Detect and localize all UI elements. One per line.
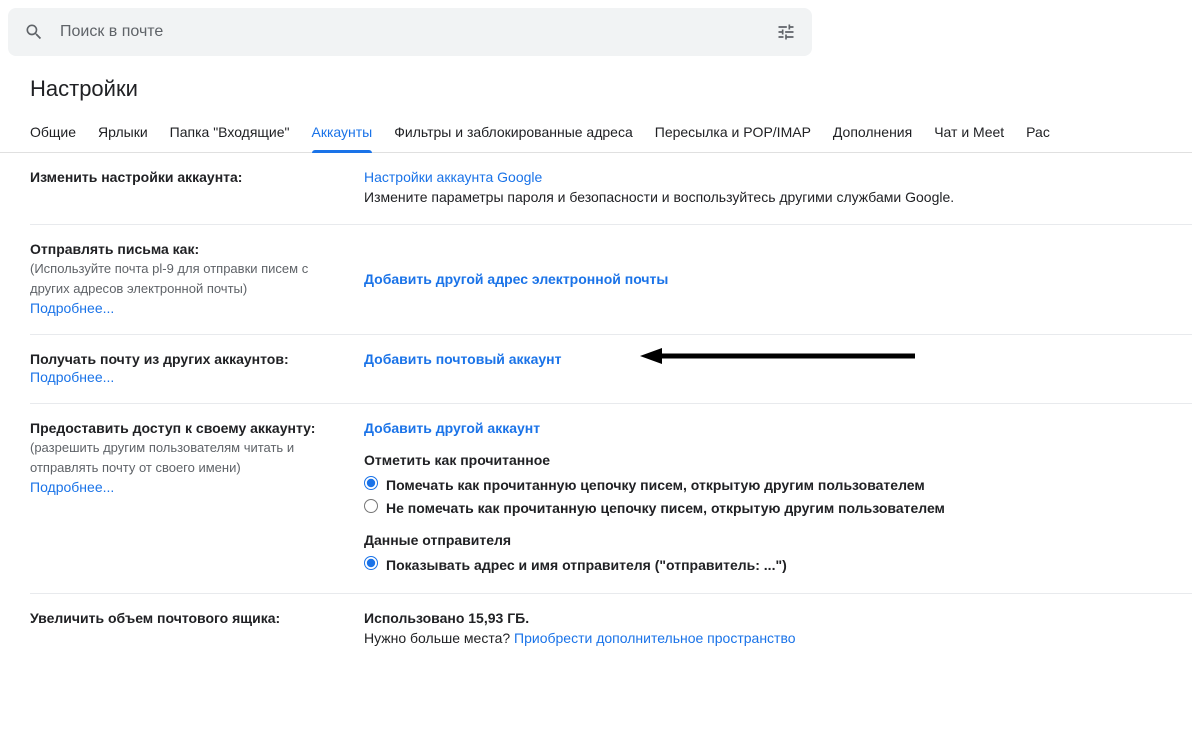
tab-forwarding[interactable]: Пересылка и POP/IMAP [655, 114, 811, 152]
section-title: Увеличить объем почтового ящика: [30, 610, 344, 626]
learn-more-link[interactable]: Подробнее... [30, 479, 114, 495]
tab-labels[interactable]: Ярлыки [98, 114, 148, 152]
add-mail-account-link[interactable]: Добавить почтовый аккаунт [364, 351, 561, 367]
radio-show-sender-label: Показывать адрес и имя отправителя ("отп… [386, 557, 787, 573]
tab-general[interactable]: Общие [30, 114, 76, 152]
section-title: Изменить настройки аккаунта: [30, 169, 344, 185]
arrow-annotation [640, 345, 920, 372]
radio-mark-read-label: Помечать как прочитанную цепочку писем, … [386, 477, 925, 493]
section-title: Получать почту из других аккаунтов: [30, 351, 344, 367]
tab-accounts[interactable]: Аккаунты [312, 114, 373, 152]
page-title: Настройки [0, 56, 1192, 114]
buy-storage-link[interactable]: Приобрести дополнительное пространство [514, 630, 795, 646]
radio-dont-mark-read-label: Не помечать как прочитанную цепочку писе… [386, 500, 945, 516]
storage-used: Использовано 15,93 ГБ. [364, 610, 1192, 626]
google-account-settings-link[interactable]: Настройки аккаунта Google [364, 169, 542, 185]
search-input[interactable] [60, 23, 776, 41]
radio-dont-mark-read[interactable] [364, 499, 378, 513]
tab-addons[interactable]: Дополнения [833, 114, 912, 152]
search-icon[interactable] [24, 22, 44, 42]
section-title: Предоставить доступ к своему аккаунту: [30, 420, 344, 436]
need-more-text: Нужно больше места? [364, 630, 514, 646]
account-settings-desc: Измените параметры пароля и безопасности… [364, 187, 1192, 208]
section-account-settings: Изменить настройки аккаунта: Настройки а… [30, 153, 1192, 225]
add-another-email-link[interactable]: Добавить другой адрес электронной почты [364, 271, 668, 287]
section-subtitle: (разрешить другим пользователям читать и… [30, 438, 344, 477]
learn-more-link[interactable]: Подробнее... [30, 369, 114, 385]
radio-mark-read[interactable] [364, 476, 378, 490]
section-send-as: Отправлять письма как: (Используйте почт… [30, 225, 1192, 335]
mark-read-heading: Отметить как прочитанное [364, 452, 1192, 468]
tabs: Общие Ярлыки Папка "Входящие" Аккаунты Ф… [0, 114, 1192, 153]
add-another-account-link[interactable]: Добавить другой аккаунт [364, 420, 540, 436]
section-title: Отправлять письма как: [30, 241, 344, 257]
tab-advanced[interactable]: Рас [1026, 114, 1050, 152]
section-check-mail: Получать почту из других аккаунтов: Подр… [30, 335, 1192, 404]
section-subtitle: (Используйте почта pl-9 для отправки пис… [30, 259, 344, 298]
search-bar [8, 8, 812, 56]
tab-filters[interactable]: Фильтры и заблокированные адреса [394, 114, 633, 152]
section-storage: Увеличить объем почтового ящика: Использ… [30, 594, 1192, 665]
tab-inbox[interactable]: Папка "Входящие" [170, 114, 290, 152]
section-grant-access: Предоставить доступ к своему аккаунту: (… [30, 404, 1192, 594]
tune-icon[interactable] [776, 22, 796, 42]
radio-show-sender[interactable] [364, 556, 378, 570]
learn-more-link[interactable]: Подробнее... [30, 300, 114, 316]
sender-info-heading: Данные отправителя [364, 532, 1192, 548]
tab-chat-meet[interactable]: Чат и Meet [934, 114, 1004, 152]
